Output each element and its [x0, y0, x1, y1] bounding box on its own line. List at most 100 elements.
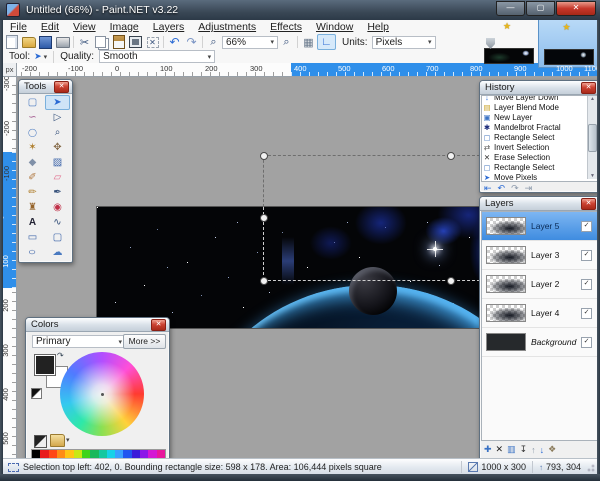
units-combo[interactable]: Pixels ▾	[372, 36, 436, 49]
tool-recolor[interactable]: ◉	[45, 200, 70, 215]
primary-color-swatch[interactable]	[34, 354, 56, 376]
deselect-button[interactable]: ✕	[144, 35, 161, 49]
tool-move-selected-pixels[interactable]: ➤	[45, 95, 70, 110]
add-new-layer-button[interactable]: ✚	[484, 444, 492, 455]
ruler-toggle[interactable]: ∟	[317, 34, 336, 50]
tool-rounded-rectangle[interactable]: ▢	[45, 230, 70, 245]
minimize-button[interactable]: —	[496, 1, 525, 16]
tool-magic-wand[interactable]: ✶	[20, 140, 45, 155]
layer-row-background[interactable]: Background ✓	[482, 328, 597, 357]
merge-layer-down-button[interactable]: ↧	[520, 444, 528, 455]
more-button[interactable]: More >>	[123, 334, 166, 349]
tool-pencil[interactable]: ✏	[20, 185, 45, 200]
layer-visibility-checkbox[interactable]: ✓	[581, 337, 592, 348]
menu-adjustments[interactable]: Adjustments	[198, 21, 256, 33]
selection-handle[interactable]	[260, 152, 268, 160]
close-icon[interactable]: ✕	[581, 82, 596, 94]
tool-pan[interactable]: ✥	[45, 140, 70, 155]
menu-file[interactable]: File	[10, 21, 27, 33]
selection-handle[interactable]	[260, 214, 268, 222]
tools-palette-titlebar[interactable]: Tools ✕	[19, 80, 72, 94]
tool-gradient[interactable]: ▨	[45, 155, 70, 170]
copy-button[interactable]	[93, 35, 110, 49]
tool-rectangle-select[interactable]: ▢	[20, 95, 45, 110]
maximize-button[interactable]: ▢	[526, 1, 555, 16]
new-button[interactable]	[3, 35, 20, 49]
quality-combo[interactable]: Smooth ▾	[99, 50, 215, 63]
move-layer-down-button[interactable]: ↓	[540, 445, 545, 455]
tool-move-selection[interactable]: ▷	[45, 110, 70, 125]
layer-row-layer3[interactable]: Layer 3 ✓	[482, 241, 597, 270]
chevron-down-icon[interactable]: ▾	[66, 436, 70, 444]
color-mode-combo[interactable]: Primary ▾	[32, 335, 126, 348]
open-button[interactable]	[20, 35, 37, 49]
layer-row-layer4[interactable]: Layer 4 ✓	[482, 299, 597, 328]
scrollbar-thumb[interactable]	[588, 124, 597, 152]
menu-help[interactable]: Help	[367, 21, 389, 33]
tool-paintbrush[interactable]: ✐	[20, 170, 45, 185]
tool-eraser[interactable]: ▱	[45, 170, 70, 185]
undo-button[interactable]: ↶	[498, 183, 506, 194]
menu-layers[interactable]: Layers	[153, 21, 185, 33]
history-palette-titlebar[interactable]: History ✕	[480, 81, 599, 95]
tool-ellipse[interactable]: ○	[20, 245, 45, 260]
layer-visibility-checkbox[interactable]: ✓	[581, 308, 592, 319]
menu-effects[interactable]: Effects	[270, 21, 302, 33]
tool-paint-bucket[interactable]: ◆	[20, 155, 45, 170]
undo-button[interactable]: ↶	[166, 35, 183, 49]
colors-palette-titlebar[interactable]: Colors ✕	[26, 318, 169, 332]
tool-clone-stamp[interactable]: ♜	[20, 200, 45, 215]
crop-button[interactable]	[127, 35, 144, 49]
grid-toggle[interactable]: ▦	[300, 35, 317, 49]
close-icon[interactable]: ✕	[581, 198, 596, 210]
layers-palette-titlebar[interactable]: Layers ✕	[480, 197, 599, 211]
close-button[interactable]: ✕	[556, 1, 596, 16]
history-item[interactable]: ▤Layer Blend Mode	[482, 102, 597, 112]
image-tab-2-selected[interactable]: ★	[538, 15, 599, 68]
layer-visibility-checkbox[interactable]: ✓	[581, 250, 592, 261]
history-item[interactable]: ➤Move Pixels	[482, 172, 597, 182]
zoom-combo[interactable]: 66% ▾	[222, 36, 278, 49]
history-item[interactable]: ▣New Layer	[482, 112, 597, 122]
menu-window[interactable]: Window	[316, 21, 353, 33]
selection-handle[interactable]	[447, 152, 455, 160]
redo-button[interactable]: ↷	[183, 35, 200, 49]
layer-visibility-checkbox[interactable]: ✓	[581, 221, 592, 232]
menu-image[interactable]: Image	[110, 21, 139, 33]
save-button[interactable]	[37, 35, 54, 49]
tool-line-curve[interactable]: ∿	[45, 215, 70, 230]
history-item[interactable]: ▢Rectangle Select	[482, 132, 597, 142]
reset-colors-icon[interactable]	[31, 388, 42, 399]
tool-color-picker[interactable]: ✒	[45, 185, 70, 200]
history-item[interactable]: ✕Erase Selection	[482, 152, 597, 162]
history-item[interactable]: ⇄Invert Selection	[482, 142, 597, 152]
layer-row-layer2[interactable]: Layer 2 ✓	[482, 270, 597, 299]
history-item[interactable]: ↓Move Layer Down	[482, 95, 597, 102]
redo-button[interactable]: ↷	[511, 183, 519, 194]
print-button[interactable]	[54, 35, 71, 49]
history-item[interactable]: ✱Mandelbrot Fractal	[482, 122, 597, 132]
layer-properties-button[interactable]: ❖	[548, 444, 556, 455]
tool-zoom[interactable]: ⌕	[45, 125, 70, 140]
tool-lasso-select[interactable]: ∽	[20, 110, 45, 125]
scroll-up-icon[interactable]: ▲	[590, 96, 595, 102]
close-icon[interactable]: ✕	[151, 319, 166, 331]
tool-text[interactable]: A	[20, 215, 45, 230]
tool-ellipse-select[interactable]: ◯	[20, 125, 45, 140]
palette-menu-icon[interactable]	[50, 434, 65, 447]
cut-button[interactable]: ✂	[76, 35, 93, 49]
duplicate-layer-button[interactable]: ▥	[507, 444, 516, 455]
tool-rectangle[interactable]: ▭	[20, 230, 45, 245]
fast-forward-button[interactable]: ⇥	[525, 183, 533, 194]
black-white-icon[interactable]	[34, 435, 47, 448]
menu-edit[interactable]: Edit	[41, 21, 59, 33]
close-icon[interactable]: ✕	[54, 81, 69, 93]
chevron-down-icon[interactable]: ▾	[44, 53, 48, 61]
history-item[interactable]: ▢Rectangle Select	[482, 162, 597, 172]
history-scrollbar[interactable]: ▲ ▼	[587, 96, 597, 179]
swap-colors-icon[interactable]: ↷	[57, 351, 64, 360]
selection-handle[interactable]	[447, 277, 455, 285]
paste-button[interactable]	[110, 35, 127, 49]
zoom-out-button[interactable]: ⌕	[205, 35, 222, 49]
rewind-button[interactable]: ⇤	[484, 183, 492, 194]
